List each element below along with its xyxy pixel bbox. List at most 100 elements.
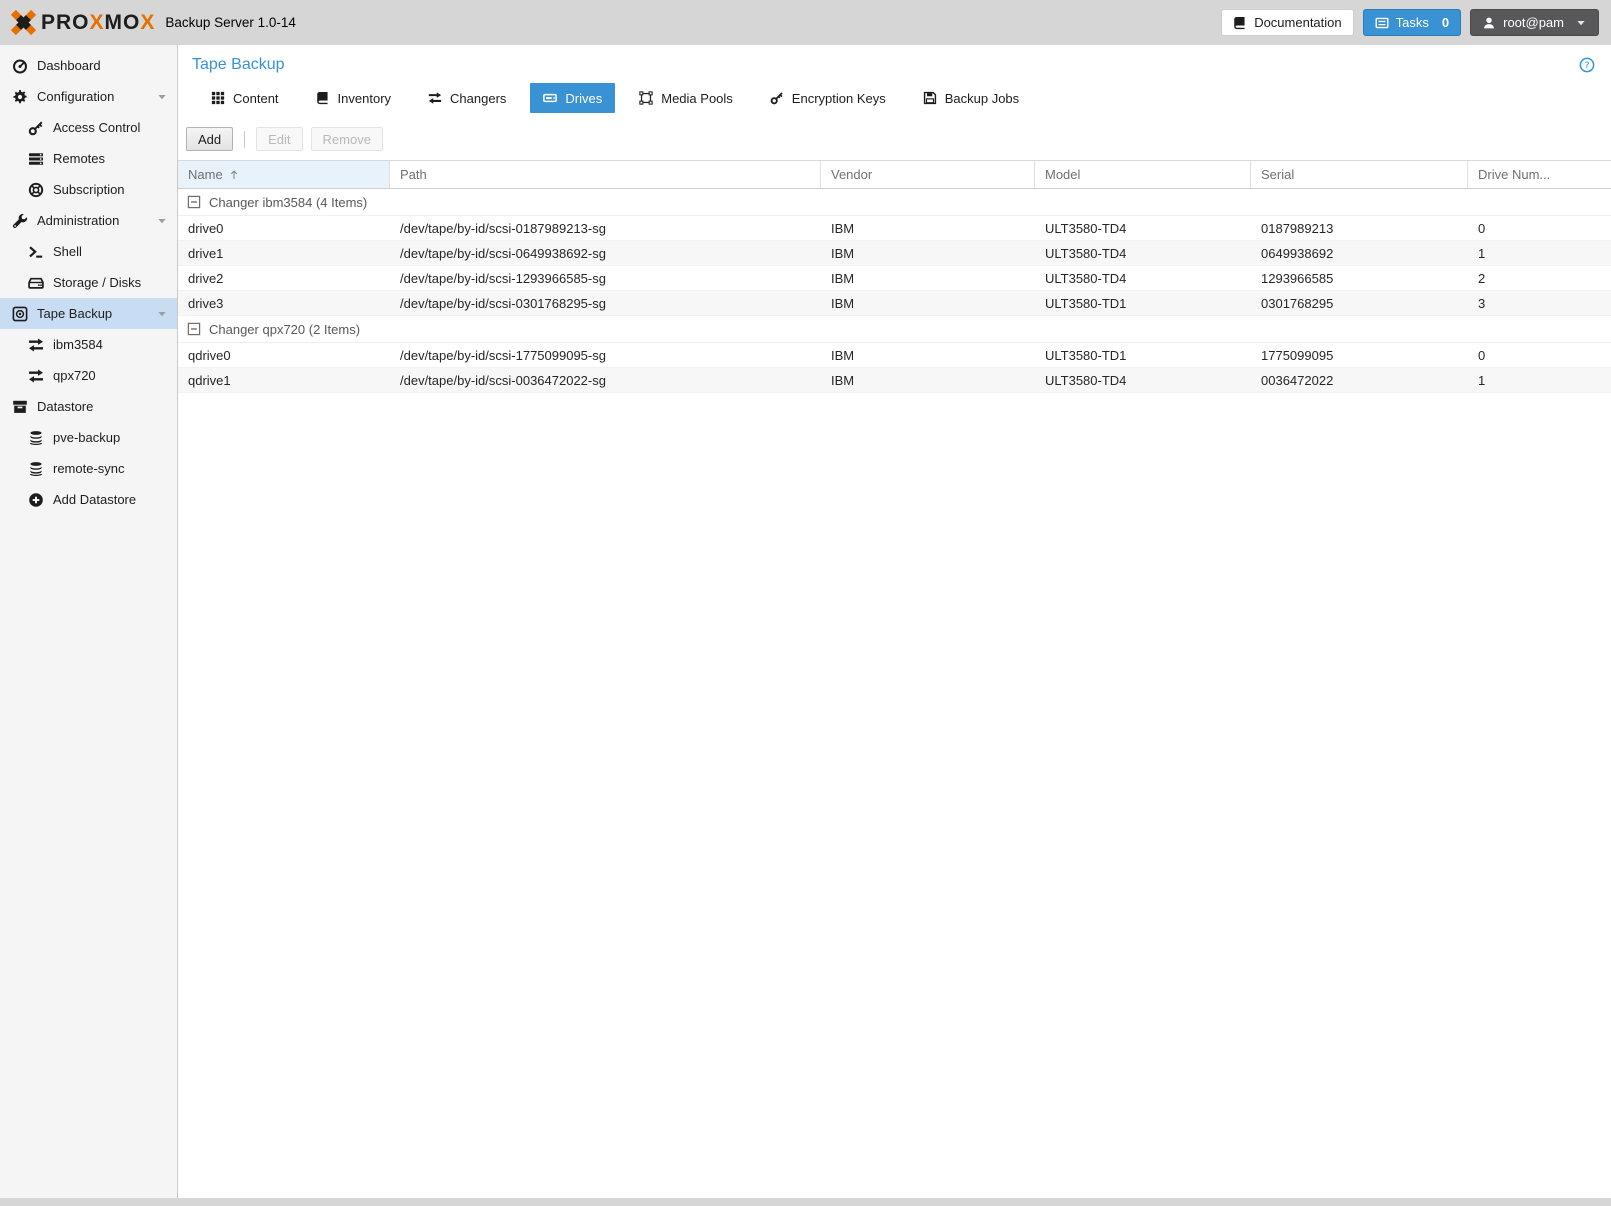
table-row[interactable]: drive1 /dev/tape/by-id/scsi-0649938692-s… bbox=[178, 241, 1611, 266]
sidebar-item-pve-backup[interactable]: pve-backup bbox=[0, 422, 177, 453]
tab-label: Changers bbox=[450, 90, 507, 106]
tab-content[interactable]: Content bbox=[198, 83, 292, 113]
tape-drive-icon bbox=[543, 91, 557, 105]
sidebar-item-label: Storage / Disks bbox=[53, 275, 142, 290]
tab-label: Inventory bbox=[337, 90, 392, 106]
tab-label: Encryption Keys bbox=[791, 90, 886, 106]
tab-label: Backup Jobs bbox=[944, 90, 1020, 106]
table-empty-space bbox=[178, 393, 1611, 1198]
key-icon bbox=[28, 120, 44, 136]
edit-button[interactable]: Edit bbox=[256, 127, 303, 151]
help-circle-icon[interactable] bbox=[1579, 56, 1595, 74]
cell-model: ULT3580-TD4 bbox=[1045, 372, 1127, 388]
user-label: root@pam bbox=[1503, 15, 1564, 30]
cell-serial: 0187989213 bbox=[1261, 220, 1334, 236]
documentation-button[interactable]: Documentation bbox=[1221, 9, 1354, 36]
table-row[interactable]: drive0 /dev/tape/by-id/scsi-0187989213-s… bbox=[178, 216, 1611, 241]
table-row[interactable]: drive3 /dev/tape/by-id/scsi-0301768295-s… bbox=[178, 291, 1611, 316]
column-header-serial[interactable]: Serial bbox=[1251, 161, 1468, 188]
sidebar-item-label: ibm3584 bbox=[53, 337, 103, 352]
tab-label: Content bbox=[233, 90, 279, 106]
sort-ascending-icon bbox=[228, 169, 240, 181]
cell-path: /dev/tape/by-id/scsi-0036472022-sg bbox=[400, 372, 606, 388]
tab-label: Media Pools bbox=[661, 90, 733, 106]
sidebar-item-shell[interactable]: Shell bbox=[0, 236, 177, 267]
object-group-icon bbox=[639, 91, 653, 105]
cell-drive-num: 3 bbox=[1478, 295, 1486, 311]
floppy-icon bbox=[923, 91, 937, 105]
exchange-icon bbox=[28, 368, 44, 384]
sidebar-item-dashboard[interactable]: Dashboard bbox=[0, 50, 177, 81]
cell-path: /dev/tape/by-id/scsi-0649938692-sg bbox=[400, 245, 606, 261]
tab-backup-jobs[interactable]: Backup Jobs bbox=[910, 83, 1032, 113]
table-toolbar: Add Edit Remove bbox=[178, 117, 1611, 160]
sidebar-item-configuration[interactable]: Configuration bbox=[0, 81, 177, 112]
table-row[interactable]: qdrive0 /dev/tape/by-id/scsi-1775099095-… bbox=[178, 343, 1611, 368]
sidebar-item-label: Shell bbox=[53, 244, 82, 259]
app-title: Backup Server 1.0-14 bbox=[165, 15, 296, 30]
cell-path: /dev/tape/by-id/scsi-0301768295-sg bbox=[400, 295, 606, 311]
sidebar-item-tape-backup[interactable]: Tape Backup bbox=[0, 298, 177, 329]
cell-path: /dev/tape/by-id/scsi-1775099095-sg bbox=[400, 347, 606, 363]
minus-square-icon bbox=[187, 322, 201, 336]
cell-name: drive1 bbox=[188, 245, 224, 261]
remove-button[interactable]: Remove bbox=[310, 127, 383, 151]
tab-changers[interactable]: Changers bbox=[415, 83, 519, 113]
cell-serial: 0301768295 bbox=[1261, 295, 1334, 311]
column-header-path[interactable]: Path bbox=[390, 161, 821, 188]
cell-drive-num: 0 bbox=[1478, 220, 1486, 236]
topbar-actions: Documentation Tasks 0 root@pam bbox=[1221, 9, 1599, 36]
group-header-qpx720[interactable]: Changer qpx720 (2 Items) bbox=[178, 316, 1611, 343]
task-list-icon bbox=[1375, 16, 1389, 30]
sidebar-item-qpx720[interactable]: qpx720 bbox=[0, 360, 177, 391]
tab-media-pools[interactable]: Media Pools bbox=[626, 83, 746, 113]
app-root: PROXMOX Backup Server 1.0-14 Documentati… bbox=[0, 0, 1611, 1206]
sidebar-item-storage-disks[interactable]: Storage / Disks bbox=[0, 267, 177, 298]
sidebar-item-subscription[interactable]: Subscription bbox=[0, 174, 177, 205]
sidebar-item-add-datastore[interactable]: Add Datastore bbox=[0, 484, 177, 515]
chevron-down-icon bbox=[156, 91, 168, 103]
minus-square-icon bbox=[187, 195, 201, 209]
plus-circle-icon bbox=[28, 492, 44, 508]
cell-serial: 0036472022 bbox=[1261, 372, 1334, 388]
table-header-row: Name Path Vendor Model Serial Drive Num.… bbox=[178, 160, 1611, 189]
sidebar-item-datastore[interactable]: Datastore bbox=[0, 391, 177, 422]
cell-drive-num: 1 bbox=[1478, 245, 1486, 261]
cell-path: /dev/tape/by-id/scsi-0187989213-sg bbox=[400, 220, 606, 236]
cell-serial: 1775099095 bbox=[1261, 347, 1334, 363]
sidebar-item-administration[interactable]: Administration bbox=[0, 205, 177, 236]
tasks-button[interactable]: Tasks 0 bbox=[1362, 9, 1462, 36]
table-row[interactable]: qdrive1 /dev/tape/by-id/scsi-0036472022-… bbox=[178, 368, 1611, 393]
cell-name: qdrive1 bbox=[188, 372, 231, 388]
column-header-model[interactable]: Model bbox=[1035, 161, 1251, 188]
content-area: Dashboard Configuration Access Control R… bbox=[0, 45, 1611, 1198]
sidebar-item-remotes[interactable]: Remotes bbox=[0, 143, 177, 174]
server-list-icon bbox=[28, 151, 44, 167]
tab-encryption-keys[interactable]: Encryption Keys bbox=[757, 83, 899, 113]
user-menu-button[interactable]: root@pam bbox=[1470, 9, 1599, 36]
toolbar-separator bbox=[244, 130, 246, 148]
column-header-name[interactable]: Name bbox=[178, 161, 390, 188]
column-header-vendor[interactable]: Vendor bbox=[821, 161, 1035, 188]
cell-model: ULT3580-TD4 bbox=[1045, 245, 1127, 261]
column-header-drive-num[interactable]: Drive Num... bbox=[1468, 161, 1611, 188]
cell-name: drive0 bbox=[188, 220, 224, 236]
cell-drive-num: 0 bbox=[1478, 347, 1486, 363]
cell-vendor: IBM bbox=[831, 372, 855, 388]
table-row[interactable]: drive2 /dev/tape/by-id/scsi-1293966585-s… bbox=[178, 266, 1611, 291]
group-header-ibm3584[interactable]: Changer ibm3584 (4 Items) bbox=[178, 189, 1611, 216]
sidebar-item-access-control[interactable]: Access Control bbox=[0, 112, 177, 143]
add-button[interactable]: Add bbox=[186, 127, 234, 151]
tab-label: Drives bbox=[565, 90, 603, 106]
tab-drives[interactable]: Drives bbox=[530, 83, 616, 113]
sidebar-item-label: Administration bbox=[37, 213, 120, 228]
tab-inventory[interactable]: Inventory bbox=[303, 83, 404, 113]
cell-vendor: IBM bbox=[831, 295, 855, 311]
sidebar-item-label: remote-sync bbox=[53, 461, 125, 476]
cell-vendor: IBM bbox=[831, 245, 855, 261]
sidebar-item-remote-sync[interactable]: remote-sync bbox=[0, 453, 177, 484]
cell-model: ULT3580-TD1 bbox=[1045, 347, 1127, 363]
grid-icon bbox=[211, 91, 225, 105]
sidebar-item-ibm3584[interactable]: ibm3584 bbox=[0, 329, 177, 360]
page-title: Tape Backup bbox=[192, 56, 285, 73]
